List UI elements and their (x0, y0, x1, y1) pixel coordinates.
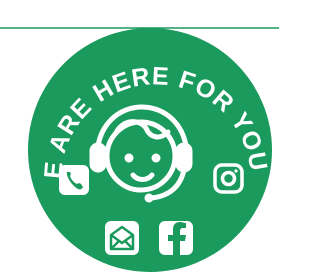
phone-icon[interactable] (59, 165, 89, 195)
facebook-icon[interactable] (159, 221, 193, 255)
email-icon[interactable] (105, 221, 139, 255)
support-badge: WE ARE HERE FOR YOU! (0, 0, 279, 272)
